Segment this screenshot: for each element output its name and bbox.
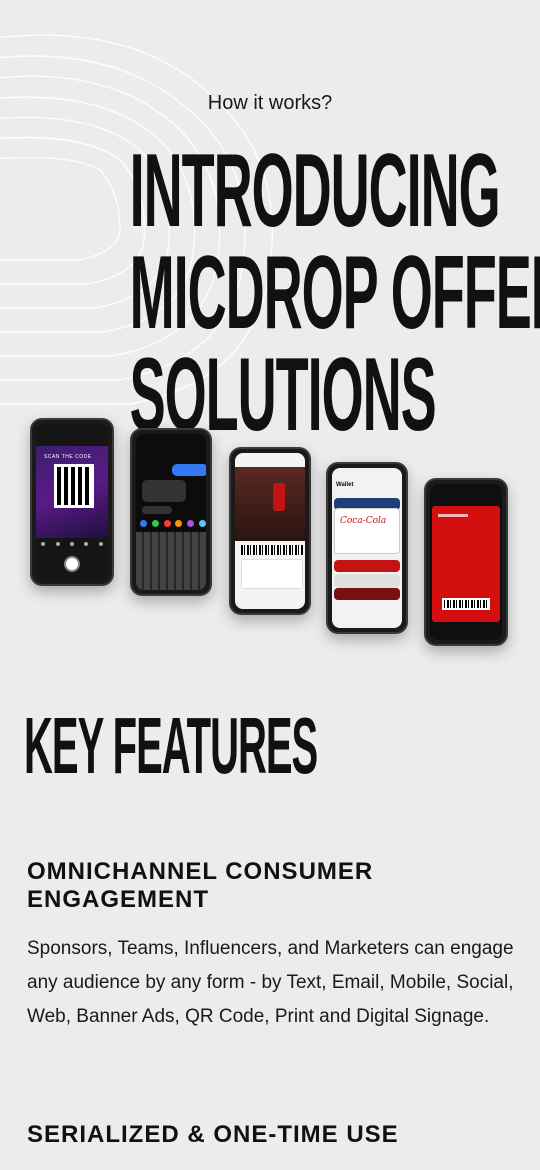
qr-code-icon	[54, 464, 94, 508]
phone-qr-scan: SCAN THE CODE	[30, 418, 114, 586]
qr-camera-screen: SCAN THE CODE	[36, 424, 108, 580]
wallet-card-red	[334, 560, 400, 572]
barcode-icon	[442, 598, 490, 610]
hero-title: INTRODUCING MICDROP OFFER SOLUTIONS	[0, 133, 540, 447]
phone-wallet: Wallet Coca-Cola	[326, 462, 408, 634]
wallet-card-darkred	[334, 588, 400, 600]
message-apps-row	[140, 520, 206, 528]
how-it-works-label: How it works?	[207, 92, 333, 114]
coupon-text-line	[438, 514, 468, 517]
phone-coupon	[424, 478, 508, 646]
wallet-pass-card	[334, 508, 400, 554]
received-message-bubble	[142, 480, 186, 502]
keyboard	[136, 532, 206, 590]
text-message-screen	[136, 434, 206, 590]
offer-image	[235, 467, 305, 541]
wallet-title: Wallet	[336, 482, 354, 488]
phone-text-message	[130, 428, 212, 596]
shutter-button-icon	[64, 556, 80, 572]
feature-heading-omnichannel: OMNICHANNEL CONSUMER ENGAGEMENT	[27, 858, 374, 913]
feature-heading-serialized: SERIALIZED & ONE-TIME USE	[27, 1121, 399, 1148]
offer-card	[241, 559, 303, 589]
coca-cola-logo: Coca-Cola	[340, 516, 387, 526]
camera-toolbar	[36, 542, 108, 550]
wallet-card-grey	[334, 574, 400, 588]
hero-title-line-1: INTRODUCING	[129, 133, 501, 249]
wallet-pass-screen: Wallet Coca-Cola	[332, 468, 402, 628]
sent-message-bubble	[172, 464, 206, 476]
soda-can-icon	[273, 483, 285, 511]
page: How it works? INTRODUCING MICDROP OFFER …	[0, 0, 540, 1170]
barcode-icon	[241, 545, 303, 555]
phone-offer-landing	[229, 447, 311, 615]
key-features-title: KEY FEATURES	[24, 701, 318, 790]
offer-landing-screen	[235, 453, 305, 609]
hero-title-line-2: MICDROP OFFER	[129, 235, 540, 351]
received-message-bubble	[142, 506, 172, 514]
feature-body-omnichannel: Sponsors, Teams, Influencers, and Market…	[27, 938, 514, 1027]
scan-the-code-label: SCAN THE CODE	[44, 454, 92, 460]
coupon-barcode-screen	[430, 484, 502, 640]
